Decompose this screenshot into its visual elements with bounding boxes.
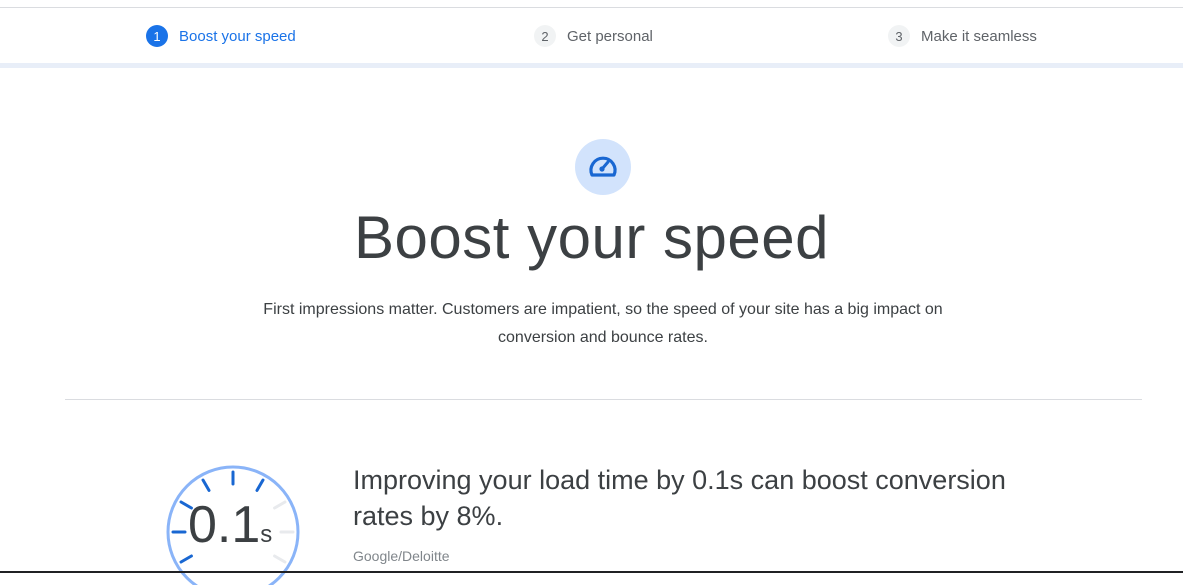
step-number: 3	[888, 25, 910, 47]
step-boost-your-speed[interactable]: 1 Boost your speed	[146, 25, 296, 47]
gauge-tick	[273, 500, 287, 510]
step-label: Make it seamless	[921, 27, 1037, 45]
divider	[65, 399, 1142, 400]
gauge-unit: s	[260, 521, 273, 548]
speedometer-icon	[575, 139, 631, 195]
gauge-number: 0.1	[188, 496, 261, 554]
stat-source: Google/Deloitte	[353, 548, 450, 564]
step-make-it-seamless[interactable]: 3 Make it seamless	[888, 25, 1037, 47]
step-number: 1	[146, 25, 168, 47]
step-label: Get personal	[567, 27, 653, 45]
step-label: Boost your speed	[179, 27, 296, 45]
step-get-personal[interactable]: 2 Get personal	[534, 25, 653, 47]
stepper-shadow	[0, 63, 1183, 68]
gauge-tick	[255, 478, 265, 492]
stat-headline: Improving your load time by 0.1s can boo…	[353, 465, 1006, 531]
top-border	[0, 0, 1183, 8]
page-title: Boost your speed	[354, 204, 829, 271]
gauge-tick	[273, 554, 287, 564]
step-number: 2	[534, 25, 556, 47]
gauge-tick	[201, 478, 211, 492]
gauge-value: 0.1s	[188, 497, 272, 563]
stepper: 1 Boost your speed 2 Get personal 3 Make…	[0, 8, 1183, 63]
page-description: First impressions matter. Customers are …	[263, 301, 943, 346]
